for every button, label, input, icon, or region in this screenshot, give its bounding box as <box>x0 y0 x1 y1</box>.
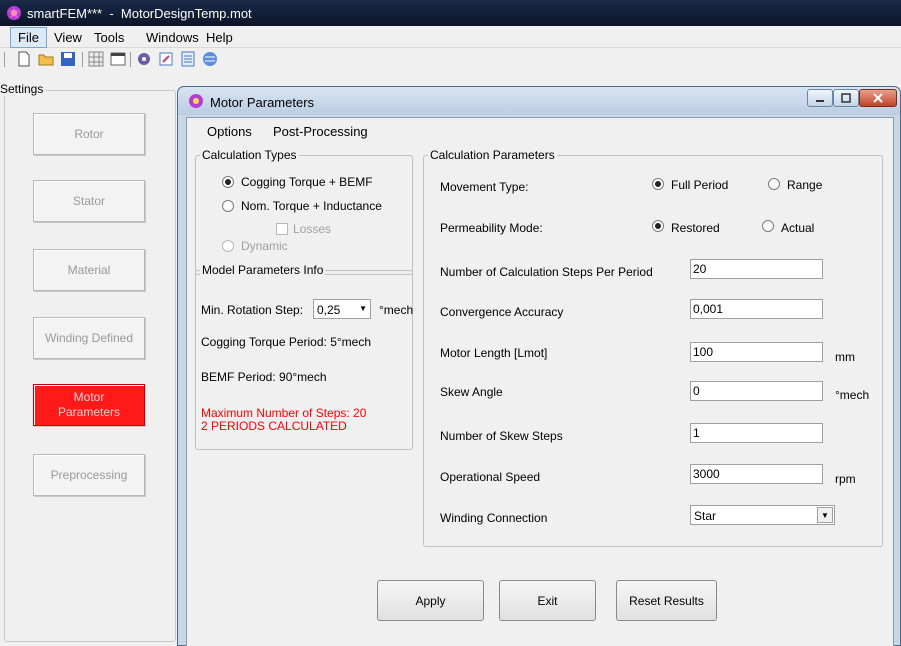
skew-angle-input[interactable]: 0 <box>690 381 823 401</box>
steps-per-period-input[interactable]: 20 <box>690 259 823 279</box>
cogging-period-info: Cogging Torque Period: 5°mech <box>201 335 372 349</box>
edit-icon[interactable] <box>158 51 174 67</box>
toolbar <box>0 48 901 72</box>
full-period-label: Full Period <box>671 178 729 192</box>
material-button[interactable]: Material <box>33 249 145 291</box>
range-radio[interactable] <box>768 178 780 190</box>
stator-button[interactable]: Stator <box>33 180 145 222</box>
menu-help[interactable]: Help <box>200 29 239 46</box>
skew-angle-label: Skew Angle <box>440 385 503 399</box>
periods-calculated-info: 2 PERIODS CALCULATED <box>201 419 347 433</box>
dialog-title: Motor Parameters <box>210 95 315 110</box>
dynamic-radio[interactable] <box>222 240 234 252</box>
settings-label: Settings <box>0 82 47 96</box>
toolbar-separator <box>130 52 131 67</box>
motor-length-unit: mm <box>835 350 855 364</box>
menu-windows[interactable]: Windows <box>140 29 205 46</box>
rotor-button[interactable]: Rotor <box>33 113 145 155</box>
motor-length-label: Motor Length [Lmot] <box>440 346 548 360</box>
operational-speed-label: Operational Speed <box>440 470 541 484</box>
close-button[interactable] <box>859 89 897 107</box>
chevron-down-icon: ▼ <box>817 507 833 523</box>
minimize-icon <box>816 100 824 102</box>
app-title-bar: smartFEM*** - MotorDesignTemp.mot <box>0 0 901 26</box>
convergence-accuracy-label: Convergence Accuracy <box>440 305 564 319</box>
steps-per-period-label: Number of Calculation Steps Per Period <box>440 265 653 279</box>
menu-tools[interactable]: Tools <box>88 29 130 46</box>
actual-radio[interactable] <box>762 220 774 232</box>
movement-type-label: Movement Type: <box>440 180 529 194</box>
skew-steps-input[interactable]: 1 <box>690 423 823 443</box>
min-rotation-select[interactable]: 0,25 ▼ <box>313 299 371 319</box>
winding-connection-select[interactable]: Star ▼ <box>690 505 835 525</box>
menu-post-processing[interactable]: Post-Processing <box>273 124 368 139</box>
apply-button[interactable]: Apply <box>377 580 484 621</box>
operational-speed-unit: rpm <box>835 472 856 486</box>
motor-parameters-button[interactable]: Motor Parameters <box>33 384 145 426</box>
menu-file[interactable]: File <box>10 27 47 48</box>
table-icon[interactable] <box>110 51 126 67</box>
calculation-parameters-label: Calculation Parameters <box>428 148 557 162</box>
cogging-label: Cogging Torque + BEMF <box>241 175 373 189</box>
winding-connection-label: Winding Connection <box>440 511 548 525</box>
motor-length-input[interactable]: 100 <box>690 342 823 362</box>
new-file-icon[interactable] <box>16 51 32 67</box>
calculation-types-group <box>195 155 413 275</box>
save-icon[interactable] <box>60 51 76 67</box>
close-icon <box>873 93 883 103</box>
chevron-down-icon: ▼ <box>359 304 367 313</box>
maximize-button[interactable] <box>833 89 859 107</box>
restored-label: Restored <box>671 221 720 235</box>
skew-steps-label: Number of Skew Steps <box>440 429 563 443</box>
losses-label: Losses <box>293 222 332 236</box>
nominal-torque-radio[interactable] <box>222 200 234 212</box>
globe-icon[interactable] <box>202 51 218 67</box>
app-logo-icon <box>7 6 21 20</box>
exit-button[interactable]: Exit <box>499 580 596 621</box>
open-folder-icon[interactable] <box>38 51 54 67</box>
range-label: Range <box>787 178 823 192</box>
maximize-icon <box>841 93 851 103</box>
bemf-period-info: BEMF Period: 90°mech <box>201 370 327 384</box>
toolbar-separator <box>82 52 83 67</box>
nominal-torque-label: Nom. Torque + Inductance <box>241 199 382 213</box>
dynamic-label: Dynamic <box>241 239 288 253</box>
menu-options[interactable]: Options <box>207 124 252 139</box>
settings-panel <box>4 90 176 642</box>
full-period-radio[interactable] <box>652 178 664 190</box>
grid-icon[interactable] <box>88 51 104 67</box>
losses-checkbox[interactable] <box>276 223 288 235</box>
reset-results-button[interactable]: Reset Results <box>616 580 717 621</box>
skew-angle-unit: °mech <box>835 388 870 402</box>
dialog-title-bar: Motor Parameters <box>178 87 900 115</box>
permeability-mode-label: Permeability Mode: <box>440 221 543 235</box>
toolbar-grip <box>4 52 5 67</box>
min-rotation-unit: °mech <box>379 303 414 317</box>
dialog-body: Options Post-Processing Calculation Type… <box>186 117 894 646</box>
actual-label: Actual <box>781 221 815 235</box>
max-steps-info: Maximum Number of Steps: 20 <box>201 406 367 420</box>
model-parameters-label: Model Parameters Info <box>200 263 326 277</box>
restored-radio[interactable] <box>652 220 664 232</box>
calculation-types-label: Calculation Types <box>200 148 299 162</box>
preprocessing-button[interactable]: Preprocessing <box>33 454 145 496</box>
winding-defined-button[interactable]: Winding Defined <box>33 317 145 359</box>
min-rotation-value: 0,25 <box>317 303 341 317</box>
gear-icon[interactable] <box>136 51 152 67</box>
minimize-button[interactable] <box>807 89 833 107</box>
motor-parameters-dialog: Motor Parameters Options Post-Processing… <box>177 86 901 646</box>
app-title: smartFEM*** - MotorDesignTemp.mot <box>27 6 252 21</box>
menu-view[interactable]: View <box>48 29 88 46</box>
menubar: File View Tools Windows Help <box>0 26 901 48</box>
cogging-radio[interactable] <box>222 176 234 188</box>
dialog-logo-icon <box>189 94 203 108</box>
list-icon[interactable] <box>180 51 196 67</box>
convergence-accuracy-input[interactable]: 0,001 <box>690 299 823 319</box>
winding-connection-value: Star <box>694 509 717 523</box>
min-rotation-label: Min. Rotation Step: <box>201 303 304 317</box>
operational-speed-input[interactable]: 3000 <box>690 464 823 484</box>
